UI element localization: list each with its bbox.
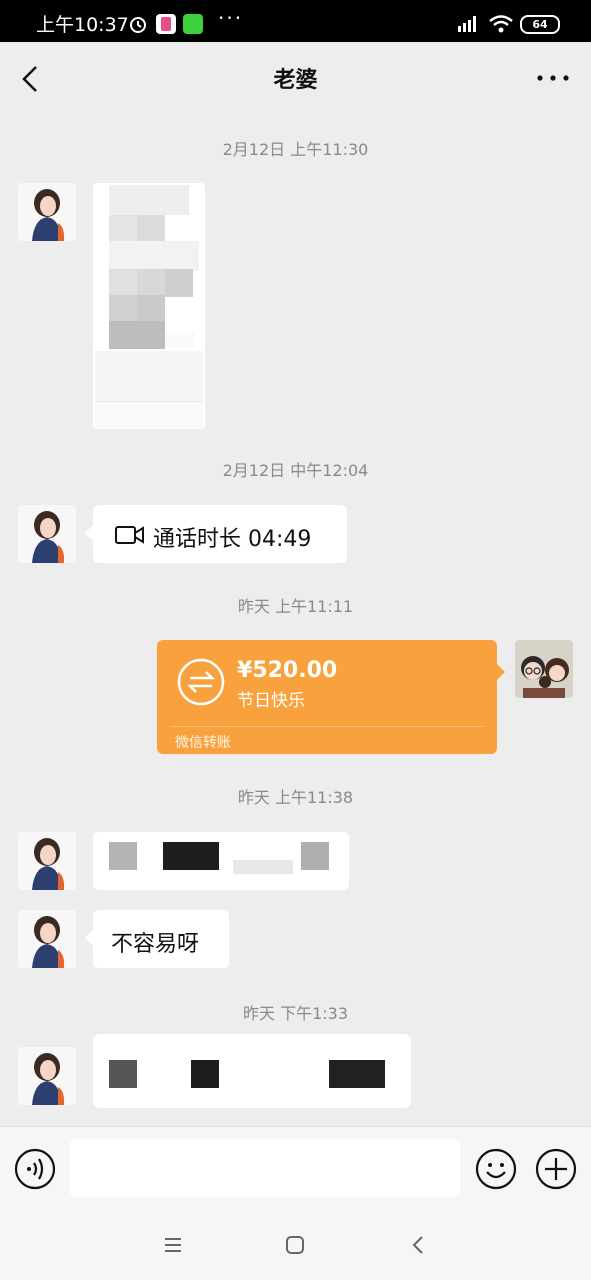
blurred-region [109, 215, 137, 243]
avatar-illustration [18, 1047, 76, 1105]
system-navigation-bar [0, 1210, 591, 1280]
contact-avatar[interactable] [18, 1047, 76, 1105]
message-input[interactable] [70, 1139, 460, 1197]
blurred-region [137, 215, 165, 243]
chat-input-bar [0, 1126, 591, 1211]
contact-avatar[interactable] [18, 505, 76, 563]
divider [171, 726, 483, 727]
transfer-note: 节日快乐 [237, 691, 305, 711]
app-notification-icon [156, 14, 176, 34]
alarm-icon [130, 17, 146, 33]
couple-avatar-illustration [515, 640, 573, 698]
timestamp: 2月12日 中午12:04 [222, 461, 369, 480]
transfer-icon [177, 658, 225, 706]
blurred-region [109, 269, 137, 297]
status-time: 上午10:37 [36, 14, 129, 36]
add-more-icon[interactable] [535, 1148, 577, 1190]
message-text: 不容易呀 [111, 932, 200, 957]
blurred-region [109, 1060, 137, 1088]
avatar-illustration [18, 910, 76, 968]
image-message[interactable] [93, 183, 205, 429]
blurred-region [95, 351, 203, 401]
video-call-message[interactable]: 通话时长 04:49 [85, 505, 347, 563]
status-bar: 上午10:37 ··· 64 [0, 0, 591, 42]
wifi-icon [489, 15, 513, 33]
contact-avatar[interactable] [18, 910, 76, 968]
blurred-region [109, 241, 199, 271]
contact-avatar[interactable] [18, 832, 76, 890]
blurred-region [191, 1060, 219, 1088]
signal-icon [458, 16, 476, 32]
blurred-region [95, 401, 203, 428]
blurred-region [137, 269, 165, 297]
chat-title: 老婆 [273, 68, 318, 93]
blurred-region [301, 842, 329, 870]
redacted-text-message[interactable] [93, 1034, 411, 1108]
avatar-illustration [18, 505, 76, 563]
timestamp: 昨天 下午1:33 [242, 1004, 349, 1023]
blurred-region [163, 842, 219, 870]
more-notifications-icon: ··· [218, 6, 244, 30]
voice-input-icon[interactable] [14, 1148, 56, 1190]
self-avatar[interactable] [515, 640, 573, 698]
timestamp: 2月12日 上午11:30 [222, 140, 369, 159]
timestamp: 昨天 上午11:11 [237, 597, 354, 616]
blurred-region [109, 321, 165, 349]
home-icon[interactable] [284, 1234, 306, 1256]
redacted-text-message[interactable] [93, 832, 349, 890]
contact-avatar[interactable] [18, 183, 76, 241]
battery-indicator: 64 [520, 15, 560, 34]
transfer-label: 微信转账 [175, 735, 231, 751]
blurred-region [109, 295, 137, 323]
back-nav-icon[interactable] [408, 1234, 430, 1256]
call-duration-text: 通话时长 04:49 [153, 527, 312, 552]
video-call-icon [115, 526, 144, 544]
blurred-region [329, 1060, 385, 1088]
blurred-region [165, 269, 193, 297]
blurred-region [233, 860, 293, 874]
blurred-region [109, 185, 189, 215]
blurred-region [109, 842, 137, 870]
transfer-amount: ¥520.00 [237, 658, 338, 683]
iqiyi-icon [183, 14, 203, 34]
blurred-region [137, 295, 165, 323]
emoji-icon[interactable] [475, 1148, 517, 1190]
wechat-transfer-card[interactable]: ¥520.00 节日快乐 微信转账 [157, 640, 505, 754]
more-options-icon[interactable] [535, 70, 571, 86]
menu-icon[interactable] [162, 1234, 184, 1256]
text-message[interactable]: 不容易呀 [85, 910, 229, 968]
avatar-illustration [18, 832, 76, 890]
timestamp: 昨天 上午11:38 [237, 788, 354, 807]
chat-header: 老婆 [0, 42, 591, 114]
avatar-illustration [18, 183, 76, 241]
blurred-region [165, 333, 195, 347]
